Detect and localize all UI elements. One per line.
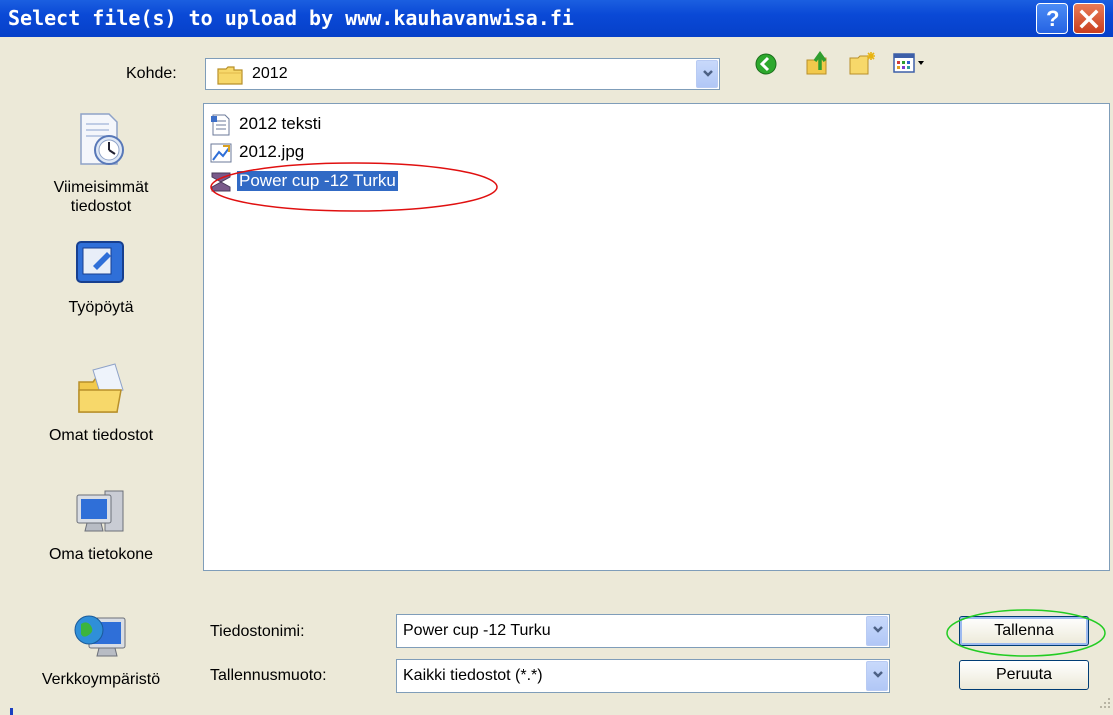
place-network[interactable]: Verkkoympäristö — [9, 608, 193, 693]
file-name: 2012.jpg — [239, 142, 305, 161]
place-label: Verkkoympäristö — [41, 671, 161, 688]
lookin-value: 2012 — [252, 65, 288, 82]
close-button[interactable] — [1073, 3, 1105, 34]
place-label: Työpöytä — [68, 299, 134, 316]
help-icon: ? — [1046, 6, 1060, 31]
filetype-value: Kaikki tiedostot (*.*) — [403, 667, 543, 684]
my-computer-icon — [76, 490, 124, 532]
resize-grip-icon[interactable] — [1098, 696, 1112, 710]
up-folder-icon[interactable] — [804, 48, 834, 78]
lookin-combo[interactable]: 2012 — [205, 58, 720, 90]
place-my-documents[interactable]: Omat tiedostot — [9, 360, 193, 450]
new-folder-icon[interactable] — [848, 50, 878, 76]
text-document-icon — [211, 114, 230, 136]
views-menu-icon[interactable] — [893, 52, 927, 74]
lookin-label: Kohde: — [126, 65, 177, 82]
green-annotation-ellipse — [946, 609, 1106, 657]
chevron-down-icon — [873, 671, 883, 678]
filename-field[interactable]: Power cup -12 Turku — [396, 614, 890, 648]
filename-value: Power cup -12 Turku — [403, 622, 551, 639]
desktop-icon — [76, 241, 124, 283]
title-bar[interactable]: Select file(s) to upload by www.kauhavan… — [0, 0, 1113, 37]
window-title: Select file(s) to upload by www.kauhavan… — [8, 6, 574, 30]
red-annotation-ellipse — [210, 162, 498, 212]
filetype-dropdown-button[interactable] — [866, 661, 888, 691]
my-documents-icon — [78, 363, 124, 413]
help-button[interactable]: ? — [1036, 3, 1068, 34]
place-desktop[interactable]: Työpöytä — [9, 240, 193, 325]
place-my-computer[interactable]: Oma tietokone — [9, 485, 193, 570]
filetype-select[interactable]: Kaikki tiedostot (*.*) — [396, 659, 890, 693]
file-name: 2012 teksti — [239, 114, 322, 133]
filename-dropdown-button[interactable] — [866, 616, 888, 646]
close-icon — [1079, 9, 1099, 29]
taskbar-edge — [10, 708, 13, 715]
back-arrow-icon[interactable] — [754, 52, 778, 76]
list-item[interactable]: 2012 teksti — [209, 113, 369, 137]
filetype-label: Tallennusmuoto: — [210, 667, 327, 684]
chevron-down-icon — [703, 70, 713, 77]
lookin-dropdown-button[interactable] — [696, 60, 718, 88]
place-label: Omat tiedostot — [48, 427, 154, 444]
filename-label: Tiedostonimi: — [210, 623, 305, 640]
place-recent[interactable]: Viimeisimmät tiedostot — [9, 110, 193, 230]
recent-documents-icon — [80, 113, 124, 165]
chevron-down-icon — [873, 626, 883, 633]
cancel-button[interactable]: Peruuta — [959, 660, 1089, 690]
place-label: Viimeisimmät tiedostot — [53, 179, 149, 215]
network-icon — [74, 615, 126, 657]
folder-icon — [217, 66, 243, 85]
place-label: Oma tietokone — [48, 546, 154, 563]
